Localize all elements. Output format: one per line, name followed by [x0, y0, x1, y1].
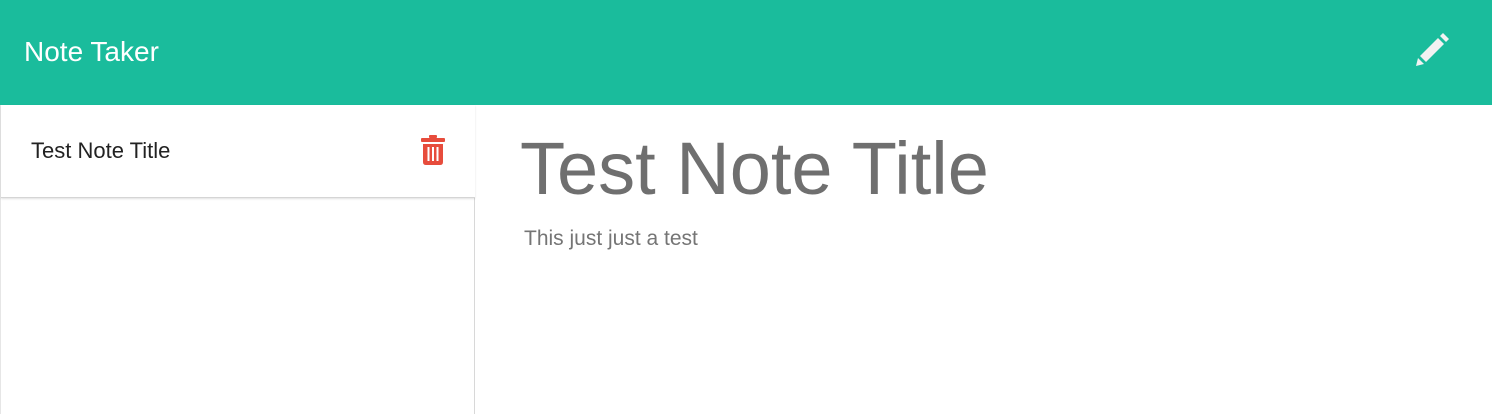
note-list-item-title: Test Note Title: [31, 138, 171, 163]
new-note-button[interactable]: [1406, 28, 1456, 74]
trash-icon[interactable]: [421, 135, 445, 165]
note-text-textarea[interactable]: This just just a test: [524, 225, 698, 253]
note-title-input[interactable]: Test Note Title: [520, 125, 989, 213]
app-brand-link[interactable]: Note Taker: [24, 34, 159, 70]
note-list-item[interactable]: Test Note Title: [1, 105, 475, 198]
notes-sidebar: Test Note Title: [0, 105, 475, 414]
note-editor: Test Note Title This just just a test: [476, 105, 1492, 414]
pencil-icon: [1416, 33, 1449, 66]
navbar: Note Taker: [0, 0, 1492, 105]
